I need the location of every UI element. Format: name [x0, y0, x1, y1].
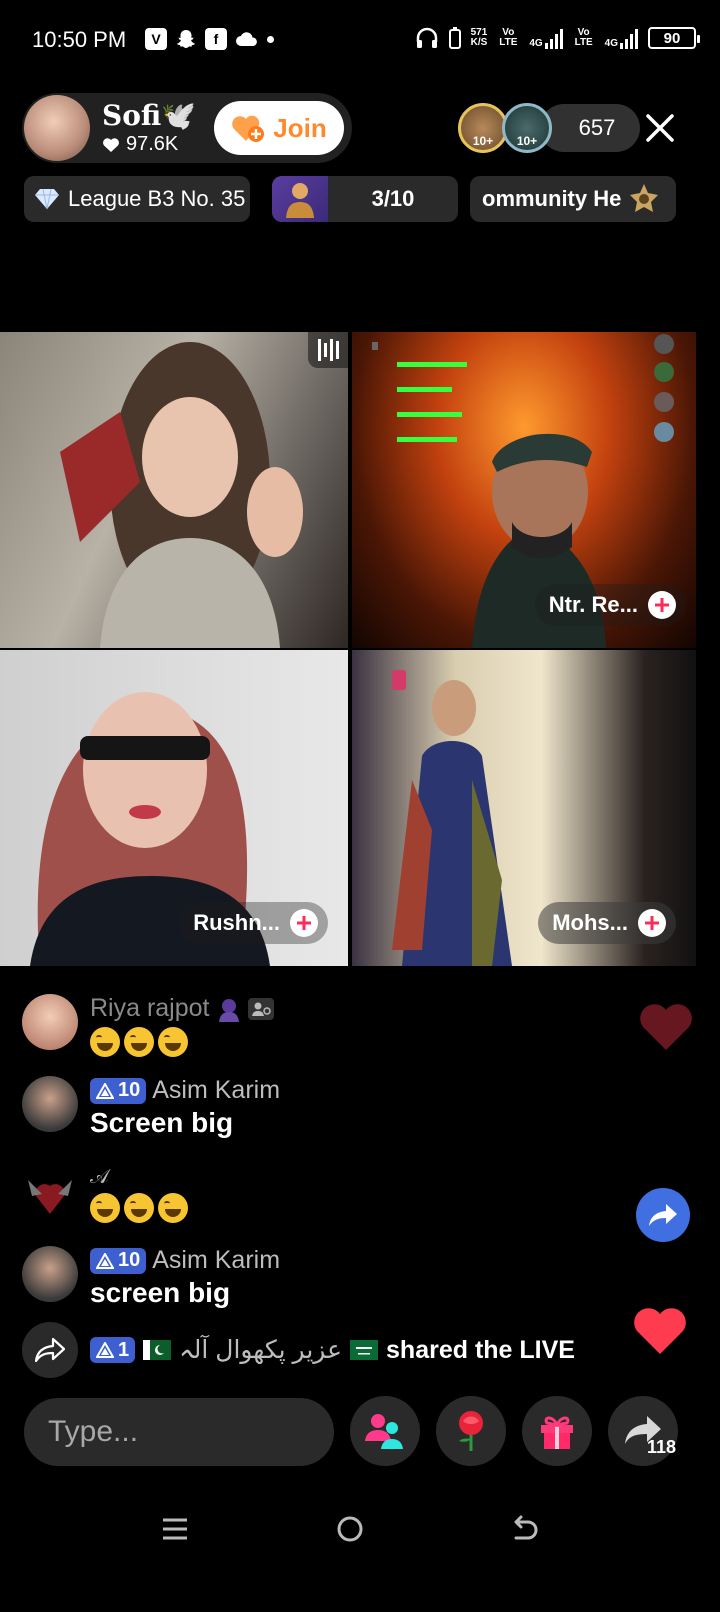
audio-level-icon — [308, 332, 348, 368]
top-viewer-avatar[interactable]: 10+ — [458, 103, 508, 153]
multi-guest-badge-icon — [247, 997, 274, 1020]
share-shortcut-button[interactable] — [636, 1188, 690, 1242]
chat-message[interactable]: 10 Asim Karim screen big — [22, 1246, 280, 1309]
signal-2: 4G — [605, 27, 638, 49]
signal-1: 4G — [529, 27, 563, 49]
heart-icon — [103, 137, 119, 152]
laughing-emoji-icons — [90, 1193, 188, 1223]
notification-icons: V f — [145, 28, 274, 50]
avatar[interactable] — [22, 994, 78, 1050]
guest-video-image — [60, 342, 303, 648]
diamond-icon — [35, 188, 59, 210]
gift-box-icon — [541, 1416, 573, 1449]
headphones-icon — [416, 27, 437, 48]
floating-heart-icon — [640, 1004, 692, 1050]
menu-icon[interactable] — [160, 1514, 190, 1544]
like-heart-icon[interactable] — [632, 1306, 688, 1356]
chat-username[interactable]: 𝒜 — [90, 1166, 109, 1189]
system-indicators: 571 K/S Vo LTE 4G Vo LTE 4G 90 — [415, 26, 700, 50]
share-icon-circle — [22, 1322, 78, 1378]
guest-video-2[interactable]: Ntr. Re... — [352, 332, 696, 648]
chat-text: Screen big — [90, 1107, 234, 1138]
host-name: Sofi🕊️ — [102, 99, 197, 132]
chat-username[interactable]: Asim Karim — [152, 1076, 280, 1105]
viewer-count[interactable]: 657 — [540, 104, 640, 152]
system-nav-bar — [0, 1490, 720, 1612]
follow-plus-icon[interactable] — [648, 591, 676, 619]
vivid-app-icon: V — [145, 28, 167, 50]
signal-icon — [544, 27, 563, 49]
multi-guest-button[interactable] — [350, 1396, 420, 1466]
chat-message[interactable]: 10 Asim Karim Screen big — [22, 1076, 280, 1139]
back-icon[interactable] — [510, 1514, 540, 1544]
avatar[interactable] — [22, 1166, 78, 1222]
share-icon — [35, 1337, 65, 1363]
guest-name-tag[interactable]: Ntr. Re... — [534, 584, 686, 626]
clock: 10:50 PM — [32, 27, 127, 52]
follow-plus-icon[interactable] — [638, 909, 666, 937]
league-badge[interactable]: League B3 No. 35 — [24, 176, 250, 222]
facebook-icon: f — [205, 28, 227, 50]
rank-progress: 3/10 — [371, 186, 415, 211]
multi-guest-icon — [365, 1414, 403, 1449]
chat-message[interactable]: 𝒜 — [22, 1166, 188, 1223]
level-badge: 1 — [90, 1337, 136, 1363]
more-notifications-dot — [267, 35, 274, 43]
top-viewer-avatar[interactable]: 10+ — [502, 103, 552, 153]
battery-icon: 90 — [648, 27, 700, 49]
rose-gift-icon — [459, 1411, 483, 1451]
level-badge: 10 — [90, 1077, 147, 1104]
community-emblem-icon — [630, 184, 659, 212]
heart-plus-icon — [232, 115, 265, 142]
share-arrow-icon — [649, 1204, 677, 1226]
host-likes: 97.6K — [102, 133, 178, 156]
pakistan-flag-icon — [143, 1340, 172, 1360]
join-button[interactable]: Join — [214, 101, 344, 155]
snapchat-icon — [177, 30, 195, 48]
chat-text: screen big — [90, 1277, 231, 1308]
volte-2: Vo LTE — [574, 27, 593, 48]
follow-plus-icon[interactable] — [290, 909, 318, 937]
host-info[interactable]: Sofi🕊️ 97.6K Join — [22, 93, 352, 163]
share-count: 118 — [646, 1437, 676, 1457]
viewer-list[interactable]: 10+ 10+ 657 — [458, 103, 640, 153]
volte-1: Vo LTE — [499, 27, 518, 48]
comment-input[interactable] — [24, 1398, 334, 1466]
avatar[interactable] — [22, 1076, 78, 1132]
share-button[interactable]: 118 — [608, 1396, 678, 1466]
chat-username[interactable]: Asim Karim — [152, 1246, 280, 1275]
rose-gift-button[interactable] — [436, 1396, 506, 1466]
rank-progress-badge[interactable]: 3/10 — [272, 176, 458, 222]
avatar[interactable] — [22, 1246, 78, 1302]
net-speed: 571 K/S — [470, 27, 488, 48]
laughing-emoji-icons — [90, 1027, 274, 1057]
share-username[interactable]: عزیر پکھوال آلہ — [179, 1335, 342, 1365]
host-avatar[interactable] — [24, 95, 90, 161]
rank-avatar — [272, 176, 328, 222]
woman-emoji-icon — [218, 998, 239, 1022]
level-badge: 10 — [90, 1247, 147, 1274]
guest-name-tag[interactable]: Rushn... — [179, 902, 328, 944]
gift-button[interactable] — [522, 1396, 592, 1466]
share-action: shared the LIVE — [386, 1335, 575, 1364]
signal-icon — [620, 27, 638, 49]
home-icon[interactable] — [335, 1514, 365, 1544]
share-notice[interactable]: 1 عزیر پکھوال آلہ shared the LIVE — [22, 1322, 575, 1378]
guest-video-4[interactable]: Mohs... — [352, 650, 696, 966]
guest-name-tag[interactable]: Mohs... — [538, 902, 676, 944]
chat-message[interactable]: Riya rajpot — [22, 994, 274, 1057]
cloud-icon — [236, 32, 257, 46]
guest-video-3[interactable]: Rushn... — [0, 650, 348, 966]
community-badge[interactable]: ommunity He — [470, 176, 676, 222]
chat-username[interactable]: Riya rajpot — [90, 994, 210, 1023]
close-icon[interactable] — [640, 108, 680, 148]
saudi-flag-icon — [350, 1340, 379, 1360]
guest-video-1[interactable] — [0, 332, 348, 648]
status-bar: 10:50 PM V f 571 K/S Vo LTE 4G Vo LTE 4G… — [0, 0, 720, 80]
battery-saver-icon — [448, 27, 461, 49]
